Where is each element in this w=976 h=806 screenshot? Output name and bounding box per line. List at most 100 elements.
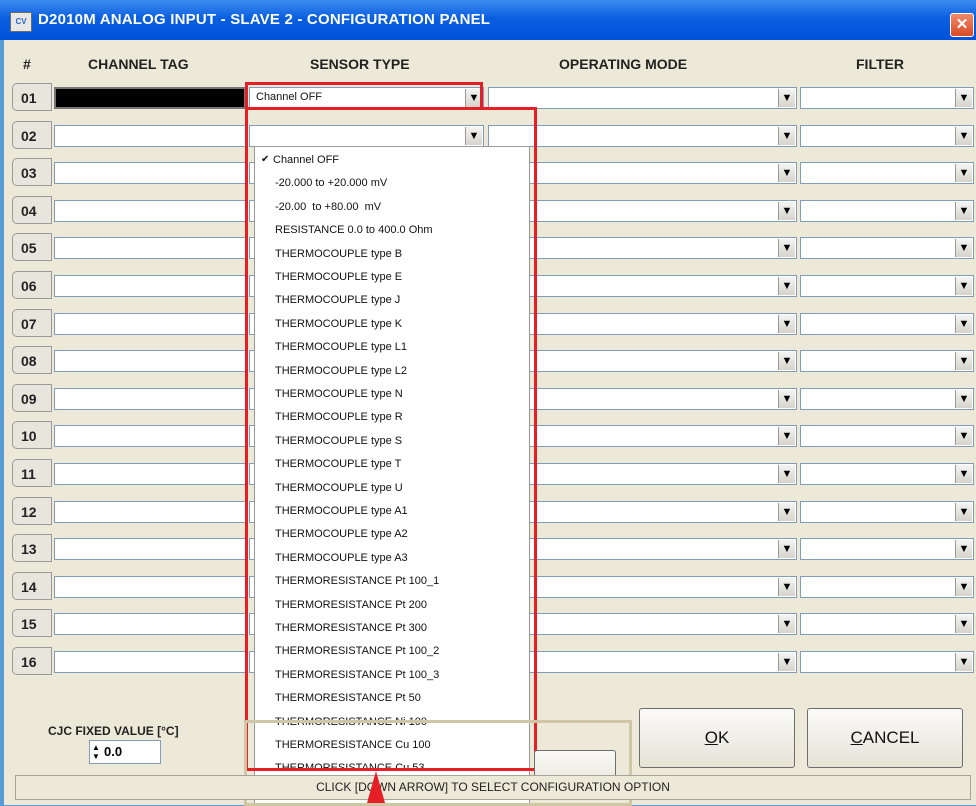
operating-mode-combo[interactable]: ▼: [488, 275, 797, 297]
dropdown-arrow-icon[interactable]: ▼: [955, 465, 972, 483]
dropdown-option[interactable]: ✔ Channel OFF: [255, 149, 525, 171]
operating-mode-combo[interactable]: ▼: [488, 651, 797, 673]
dropdown-arrow-icon[interactable]: ▼: [778, 239, 795, 258]
channel-tag-input[interactable]: [54, 87, 246, 109]
dropdown-option[interactable]: THERMOCOUPLE type R: [255, 406, 525, 428]
dropdown-option[interactable]: THERMOCOUPLE type L1: [255, 336, 525, 358]
dropdown-arrow-icon[interactable]: ▼: [778, 540, 795, 559]
dropdown-arrow-icon[interactable]: ▼: [778, 615, 795, 634]
dropdown-arrow-icon[interactable]: ▼: [465, 126, 482, 145]
filter-combo[interactable]: ▼: [800, 463, 974, 485]
operating-mode-combo[interactable]: ▼: [488, 237, 797, 260]
dropdown-arrow-icon[interactable]: ▼: [955, 126, 972, 145]
filter-combo[interactable]: ▼: [800, 237, 974, 260]
dropdown-arrow-icon[interactable]: ▼: [955, 577, 972, 596]
dropdown-arrow-icon[interactable]: ▼: [955, 89, 972, 107]
filter-combo[interactable]: ▼: [800, 87, 974, 109]
dropdown-arrow-icon[interactable]: ▼: [778, 653, 795, 671]
cancel-button[interactable]: CANCEL: [807, 708, 963, 768]
filter-combo[interactable]: ▼: [800, 312, 974, 335]
dropdown-option[interactable]: THERMOCOUPLE type A2: [255, 523, 525, 545]
dropdown-option[interactable]: THERMOCOUPLE type L2: [255, 360, 525, 382]
operating-mode-combo[interactable]: ▼: [488, 162, 797, 185]
dropdown-option[interactable]: THERMOCOUPLE type T: [255, 453, 525, 475]
channel-tag-input[interactable]: [54, 312, 246, 335]
ok-button[interactable]: OK: [639, 708, 795, 768]
filter-combo[interactable]: ▼: [800, 538, 974, 561]
dropdown-arrow-icon[interactable]: ▼: [778, 352, 795, 371]
operating-mode-combo[interactable]: ▼: [488, 425, 797, 448]
dropdown-arrow-icon[interactable]: ▼: [955, 502, 972, 521]
filter-combo[interactable]: ▼: [800, 500, 974, 523]
dropdown-arrow-icon[interactable]: ▼: [778, 577, 795, 596]
filter-combo[interactable]: ▼: [800, 162, 974, 185]
dropdown-arrow-icon[interactable]: ▼: [778, 389, 795, 408]
dropdown-arrow-icon[interactable]: ▼: [955, 314, 972, 333]
channel-tag-input[interactable]: [54, 199, 246, 222]
dropdown-option[interactable]: THERMOCOUPLE type A3: [255, 547, 525, 569]
dropdown-option[interactable]: THERMOCOUPLE type U: [255, 477, 525, 499]
dropdown-option[interactable]: THERMORESISTANCE Pt 100_2: [255, 640, 525, 662]
filter-combo[interactable]: ▼: [800, 275, 974, 297]
dropdown-option[interactable]: THERMOCOUPLE type B: [255, 243, 525, 265]
filter-combo[interactable]: ▼: [800, 575, 974, 598]
dropdown-option[interactable]: RESISTANCE 0.0 to 400.0 Ohm: [255, 219, 525, 241]
dropdown-arrow-icon[interactable]: ▼: [955, 352, 972, 371]
dropdown-arrow-icon[interactable]: ▼: [955, 653, 972, 671]
dropdown-option[interactable]: THERMORESISTANCE Pt 200: [255, 594, 525, 616]
operating-mode-combo[interactable]: ▼: [488, 387, 797, 410]
dropdown-arrow-icon[interactable]: ▼: [955, 239, 972, 258]
dropdown-arrow-icon[interactable]: ▼: [778, 427, 795, 446]
title-bar[interactable]: CV D2010M ANALOG INPUT - SLAVE 2 - CONFI…: [0, 0, 976, 40]
dropdown-arrow-icon[interactable]: ▼: [778, 89, 795, 107]
dropdown-arrow-icon[interactable]: ▼: [955, 615, 972, 634]
dropdown-arrow-icon[interactable]: ▼: [778, 314, 795, 333]
filter-combo[interactable]: ▼: [800, 425, 974, 448]
dropdown-arrow-icon[interactable]: ▼: [955, 540, 972, 559]
dropdown-arrow-icon[interactable]: ▼: [778, 126, 795, 145]
filter-combo[interactable]: ▼: [800, 350, 974, 373]
dropdown-option[interactable]: THERMORESISTANCE Pt 300: [255, 617, 525, 639]
channel-tag-input[interactable]: [54, 350, 246, 373]
dropdown-arrow-icon[interactable]: ▼: [778, 201, 795, 220]
channel-tag-input[interactable]: [54, 124, 246, 147]
dropdown-option[interactable]: THERMOCOUPLE type K: [255, 313, 525, 335]
channel-tag-input[interactable]: [54, 651, 246, 673]
channel-tag-input[interactable]: [54, 425, 246, 448]
dropdown-option[interactable]: THERMORESISTANCE Pt 100_1: [255, 570, 525, 592]
dropdown-arrow-icon[interactable]: ▼: [955, 427, 972, 446]
channel-tag-input[interactable]: [54, 387, 246, 410]
dropdown-option[interactable]: THERMORESISTANCE Pt 50: [255, 687, 525, 709]
filter-combo[interactable]: ▼: [800, 387, 974, 410]
dropdown-arrow-icon[interactable]: ▼: [955, 164, 972, 183]
dropdown-arrow-icon[interactable]: ▼: [465, 89, 482, 107]
sensor-type-combo[interactable]: ▼: [249, 124, 484, 147]
channel-tag-input[interactable]: [54, 613, 246, 636]
channel-tag-input[interactable]: [54, 463, 246, 485]
operating-mode-combo[interactable]: ▼: [488, 87, 797, 109]
sensor-type-combo[interactable]: Channel OFF ▼: [249, 87, 484, 109]
dropdown-arrow-icon[interactable]: ▼: [778, 465, 795, 483]
sensor-type-dropdown-list[interactable]: ✔ Channel OFF -20.000 to +20.000 mV -20.00 …: [254, 146, 530, 806]
cjc-value-spinner[interactable]: ▲ ▼ 0.0: [89, 740, 161, 764]
operating-mode-combo[interactable]: ▼: [488, 500, 797, 523]
filter-combo[interactable]: ▼: [800, 124, 974, 147]
operating-mode-combo[interactable]: ▼: [488, 613, 797, 636]
operating-mode-combo[interactable]: ▼: [488, 350, 797, 373]
dropdown-option[interactable]: THERMOCOUPLE type N: [255, 383, 525, 405]
dropdown-arrow-icon[interactable]: ▼: [955, 277, 972, 295]
operating-mode-combo[interactable]: ▼: [488, 575, 797, 598]
dropdown-arrow-icon[interactable]: ▼: [778, 164, 795, 183]
dropdown-arrow-icon[interactable]: ▼: [955, 201, 972, 220]
close-button[interactable]: ✕: [950, 13, 974, 37]
dropdown-arrow-icon[interactable]: ▼: [778, 277, 795, 295]
dropdown-option[interactable]: -20.00 to +80.00 mV: [255, 196, 525, 218]
operating-mode-combo[interactable]: ▼: [488, 312, 797, 335]
spinner-arrows-icon[interactable]: ▲ ▼: [91, 743, 101, 761]
dropdown-option[interactable]: -20.000 to +20.000 mV: [255, 172, 525, 194]
operating-mode-combo[interactable]: ▼: [488, 124, 797, 147]
operating-mode-combo[interactable]: ▼: [488, 199, 797, 222]
channel-tag-input[interactable]: [54, 538, 246, 561]
dropdown-option[interactable]: THERMOCOUPLE type J: [255, 289, 525, 311]
filter-combo[interactable]: ▼: [800, 651, 974, 673]
